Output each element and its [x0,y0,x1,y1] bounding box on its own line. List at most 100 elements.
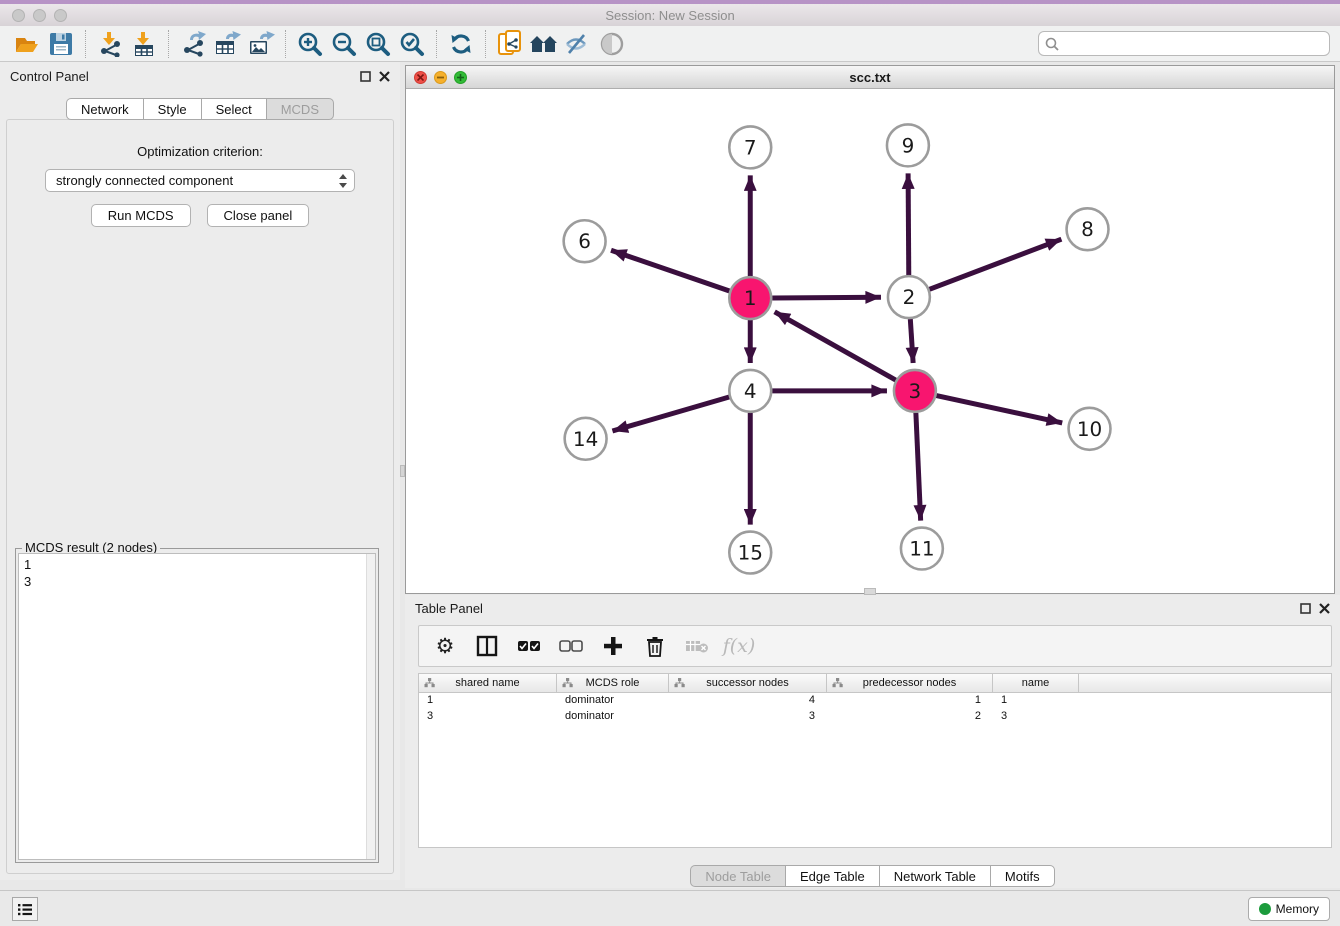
table-cell[interactable]: 3 [993,709,1079,725]
node-label-4: 4 [744,379,757,403]
node-label-6: 6 [578,229,591,253]
network-window-title: scc.txt [406,70,1334,85]
node-label-10: 10 [1077,417,1102,441]
edge-2-3[interactable] [910,319,913,363]
table-body: 1dominator4113dominator323 [419,693,1331,725]
result-scrollbar[interactable] [366,554,375,859]
import-network-icon[interactable] [93,29,127,59]
tab-network[interactable]: Network [66,98,143,120]
tab-mcds[interactable]: MCDS [266,98,334,120]
export-network-icon[interactable] [176,29,210,59]
select-all-columns-icon[interactable] [515,632,543,660]
function-builder-icon[interactable]: f(x) [725,632,753,660]
mcds-panel: Optimization criterion: strongly connect… [6,119,394,874]
select-chevrons-icon [338,173,348,192]
table-cell[interactable]: 3 [669,709,827,725]
show-columns-icon[interactable] [473,632,501,660]
network-canvas[interactable]: 7968124314101511 [406,89,1334,593]
table-cell[interactable]: 1 [419,693,557,709]
toolbar-separator [436,30,437,58]
optimization-criterion-label: Optimization criterion: [7,144,393,159]
memory-label: Memory [1276,902,1319,916]
open-session-icon[interactable] [10,29,44,59]
node-label-9: 9 [902,133,915,157]
control-panel: Control Panel NetworkStyleSelectMCDS Opt… [0,62,400,880]
application-window: Session: New Session [0,0,1340,926]
column-header-shared-name[interactable]: shared name [419,674,557,692]
table-cell[interactable]: dominator [557,693,669,709]
edge-2-9[interactable] [908,173,909,275]
float-panel-icon[interactable] [360,71,371,82]
result-line: 1 [24,556,370,573]
node-table: shared nameMCDS rolesuccessor nodesprede… [418,673,1332,848]
zoom-out-icon[interactable] [327,29,361,59]
edge-3-11[interactable] [916,413,921,521]
column-header-name[interactable]: name [993,674,1079,692]
toolbar-separator [485,30,486,58]
edge-2-8[interactable] [929,239,1061,289]
result-line: 3 [24,573,370,590]
memory-button[interactable]: Memory [1248,897,1330,921]
tab-style[interactable]: Style [143,98,201,120]
delete-table-icon[interactable] [683,632,711,660]
zoom-in-icon[interactable] [293,29,327,59]
search-input[interactable] [1063,36,1329,51]
table-settings-icon[interactable]: ⚙ [431,632,459,660]
home-icon[interactable] [527,29,561,59]
zoom-selected-icon[interactable] [395,29,429,59]
table-panel: Table Panel ⚙ [405,595,1340,888]
run-mcds-button[interactable]: Run MCDS [91,204,191,227]
column-header-predecessor-nodes[interactable]: predecessor nodes [827,674,993,692]
mcds-result-group: MCDS result (2 nodes) 13 [15,548,379,863]
tab-motifs[interactable]: Motifs [990,865,1055,887]
search-field[interactable] [1038,31,1330,56]
criterion-select[interactable]: strongly connected component [45,169,355,192]
export-image-icon[interactable] [244,29,278,59]
tab-node-table[interactable]: Node Table [690,865,785,887]
canvas-grip[interactable] [864,588,876,595]
edge-1-6[interactable] [611,250,729,291]
close-panel-icon[interactable] [379,71,390,82]
import-table-icon[interactable] [127,29,161,59]
search-icon [1045,37,1059,51]
network-maximize-icon[interactable] [454,71,467,84]
table-row: 1dominator411 [419,693,1331,709]
column-header-successor-nodes[interactable]: successor nodes [669,674,827,692]
unselect-all-columns-icon[interactable] [557,632,585,660]
tab-network-table[interactable]: Network Table [879,865,990,887]
network-close-icon[interactable] [414,71,427,84]
network-minimize-icon[interactable] [434,71,447,84]
network-window-titlebar[interactable]: scc.txt [406,66,1334,89]
tab-select[interactable]: Select [201,98,266,120]
edge-1-2[interactable] [772,297,881,298]
float-table-panel-icon[interactable] [1300,603,1311,614]
delete-column-icon[interactable] [641,632,669,660]
node-label-8: 8 [1081,217,1094,241]
task-history-button[interactable] [12,897,38,921]
create-column-icon[interactable] [599,632,627,660]
save-session-icon[interactable] [44,29,78,59]
network-from-selection-icon[interactable] [493,29,527,59]
edge-3-10[interactable] [936,396,1062,423]
zoom-fit-icon[interactable] [361,29,395,59]
close-panel-button[interactable]: Close panel [207,204,310,227]
node-label-2: 2 [903,285,916,309]
mcds-result-text[interactable]: 13 [18,553,376,860]
table-cell[interactable]: 4 [669,693,827,709]
hide-graphics-details-icon[interactable] [561,29,595,59]
node-label-15: 15 [738,541,763,565]
tab-edge-table[interactable]: Edge Table [785,865,879,887]
table-cell[interactable]: 3 [419,709,557,725]
column-header-MCDS-role[interactable]: MCDS role [557,674,669,692]
export-table-icon[interactable] [210,29,244,59]
edge-4-14[interactable] [612,397,729,431]
close-table-panel-icon[interactable] [1319,603,1330,614]
table-cell[interactable]: dominator [557,709,669,725]
refresh-icon[interactable] [444,29,478,59]
edge-3-1[interactable] [775,312,896,380]
node-label-3: 3 [909,379,922,403]
table-cell[interactable]: 2 [827,709,993,725]
table-cell[interactable]: 1 [993,693,1079,709]
show-graphics-details-icon[interactable] [595,29,629,59]
table-cell[interactable]: 1 [827,693,993,709]
